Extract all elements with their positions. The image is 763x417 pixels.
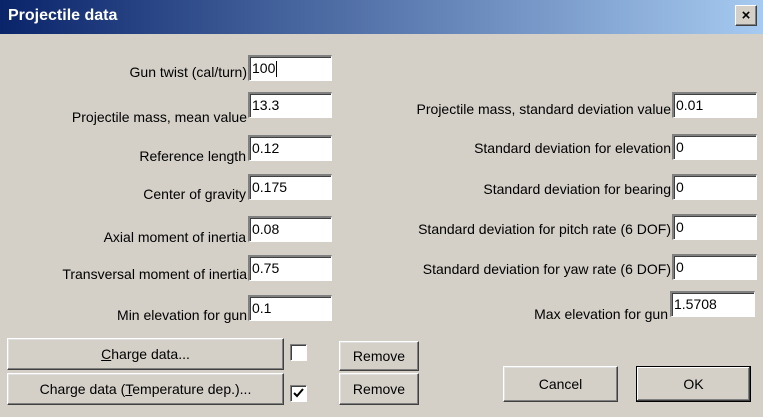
label-min-elevation: Min elevation for gun bbox=[117, 307, 247, 323]
label-std-bearing: Standard deviation for bearing bbox=[483, 181, 671, 197]
window-title: Projectile data bbox=[8, 7, 118, 24]
label-projectile-mass-std: Projectile mass, standard deviation valu… bbox=[416, 101, 671, 117]
remove-button-label: Remove bbox=[352, 381, 406, 397]
label-std-pitch-rate: Standard deviation for pitch rate (6 DOF… bbox=[418, 221, 671, 237]
cancel-button[interactable]: Cancel bbox=[503, 366, 618, 402]
label-max-elevation: Max elevation for gun bbox=[534, 306, 668, 322]
label-projectile-mass-mean: Projectile mass, mean value bbox=[71, 109, 247, 125]
label-axial-moment: Axial moment of inertia bbox=[103, 229, 246, 245]
min-elevation-field[interactable]: 0.1 bbox=[248, 295, 332, 321]
std-yaw-rate-field[interactable]: 0 bbox=[672, 254, 757, 280]
label-std-elevation: Standard deviation for elevation bbox=[474, 140, 671, 156]
charge-data-checkbox[interactable] bbox=[290, 344, 307, 361]
transversal-moment-field[interactable]: 0.75 bbox=[248, 255, 332, 281]
gun-twist-field[interactable]: 100 bbox=[248, 55, 332, 81]
charge-data-temperature-button-label: Charge data (Temperature dep.)... bbox=[39, 381, 252, 397]
charge-data-temperature-checkbox[interactable] bbox=[290, 385, 307, 402]
title-bar: Projectile data × bbox=[0, 0, 763, 34]
charge-data-button-label: Charge data... bbox=[101, 346, 190, 362]
projectile-mass-mean-field[interactable]: 13.3 bbox=[248, 92, 332, 118]
std-pitch-rate-field[interactable]: 0 bbox=[672, 214, 757, 240]
max-elevation-field[interactable]: 1.5708 bbox=[670, 291, 755, 317]
charge-data-temperature-button[interactable]: Charge data (Temperature dep.)... bbox=[7, 373, 284, 405]
label-gun-twist: Gun twist (cal/turn) bbox=[129, 64, 247, 80]
remove-charge-data-button[interactable]: Remove bbox=[339, 341, 419, 371]
projectile-data-dialog: Projectile data × Gun twist (cal/turn) 1… bbox=[0, 0, 763, 417]
ok-button[interactable]: OK bbox=[636, 366, 751, 402]
projectile-mass-std-field[interactable]: 0.01 bbox=[672, 92, 757, 118]
remove-charge-data-temperature-button[interactable]: Remove bbox=[339, 373, 419, 405]
axial-moment-field[interactable]: 0.08 bbox=[248, 216, 332, 242]
center-of-gravity-field[interactable]: 0.175 bbox=[248, 174, 332, 200]
label-transversal-moment: Transversal moment of inertia bbox=[62, 266, 247, 282]
label-center-of-gravity: Center of gravity bbox=[143, 186, 246, 202]
reference-length-field[interactable]: 0.12 bbox=[248, 135, 332, 161]
ok-button-label: OK bbox=[683, 376, 704, 392]
close-icon: × bbox=[741, 7, 751, 24]
checkmark-icon bbox=[293, 388, 304, 398]
std-elevation-field[interactable]: 0 bbox=[672, 134, 757, 160]
cancel-button-label: Cancel bbox=[538, 376, 583, 392]
charge-data-button[interactable]: Charge data... bbox=[7, 338, 284, 370]
label-std-yaw-rate: Standard deviation for yaw rate (6 DOF) bbox=[422, 261, 671, 277]
close-button[interactable]: × bbox=[735, 5, 757, 26]
text-caret bbox=[276, 61, 278, 78]
label-reference-length: Reference length bbox=[139, 148, 246, 164]
remove-button-label: Remove bbox=[352, 348, 406, 364]
std-bearing-field[interactable]: 0 bbox=[672, 174, 757, 200]
